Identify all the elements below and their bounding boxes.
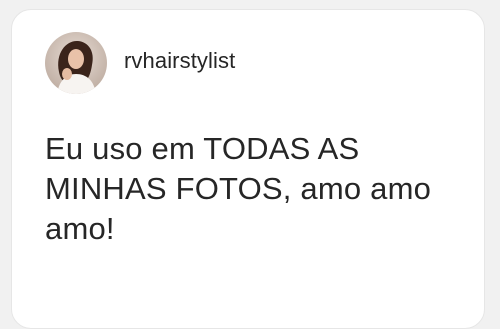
comment-text: Eu uso em TODAS AS MINHAS FOTOS, amo amo… bbox=[45, 131, 432, 246]
username[interactable]: rvhairstylist bbox=[124, 48, 235, 74]
comment-card: rvhairstylist Eu uso em TODAS AS MINHAS … bbox=[11, 9, 485, 329]
avatar[interactable] bbox=[45, 32, 107, 94]
post-header: rvhairstylist bbox=[45, 32, 235, 94]
